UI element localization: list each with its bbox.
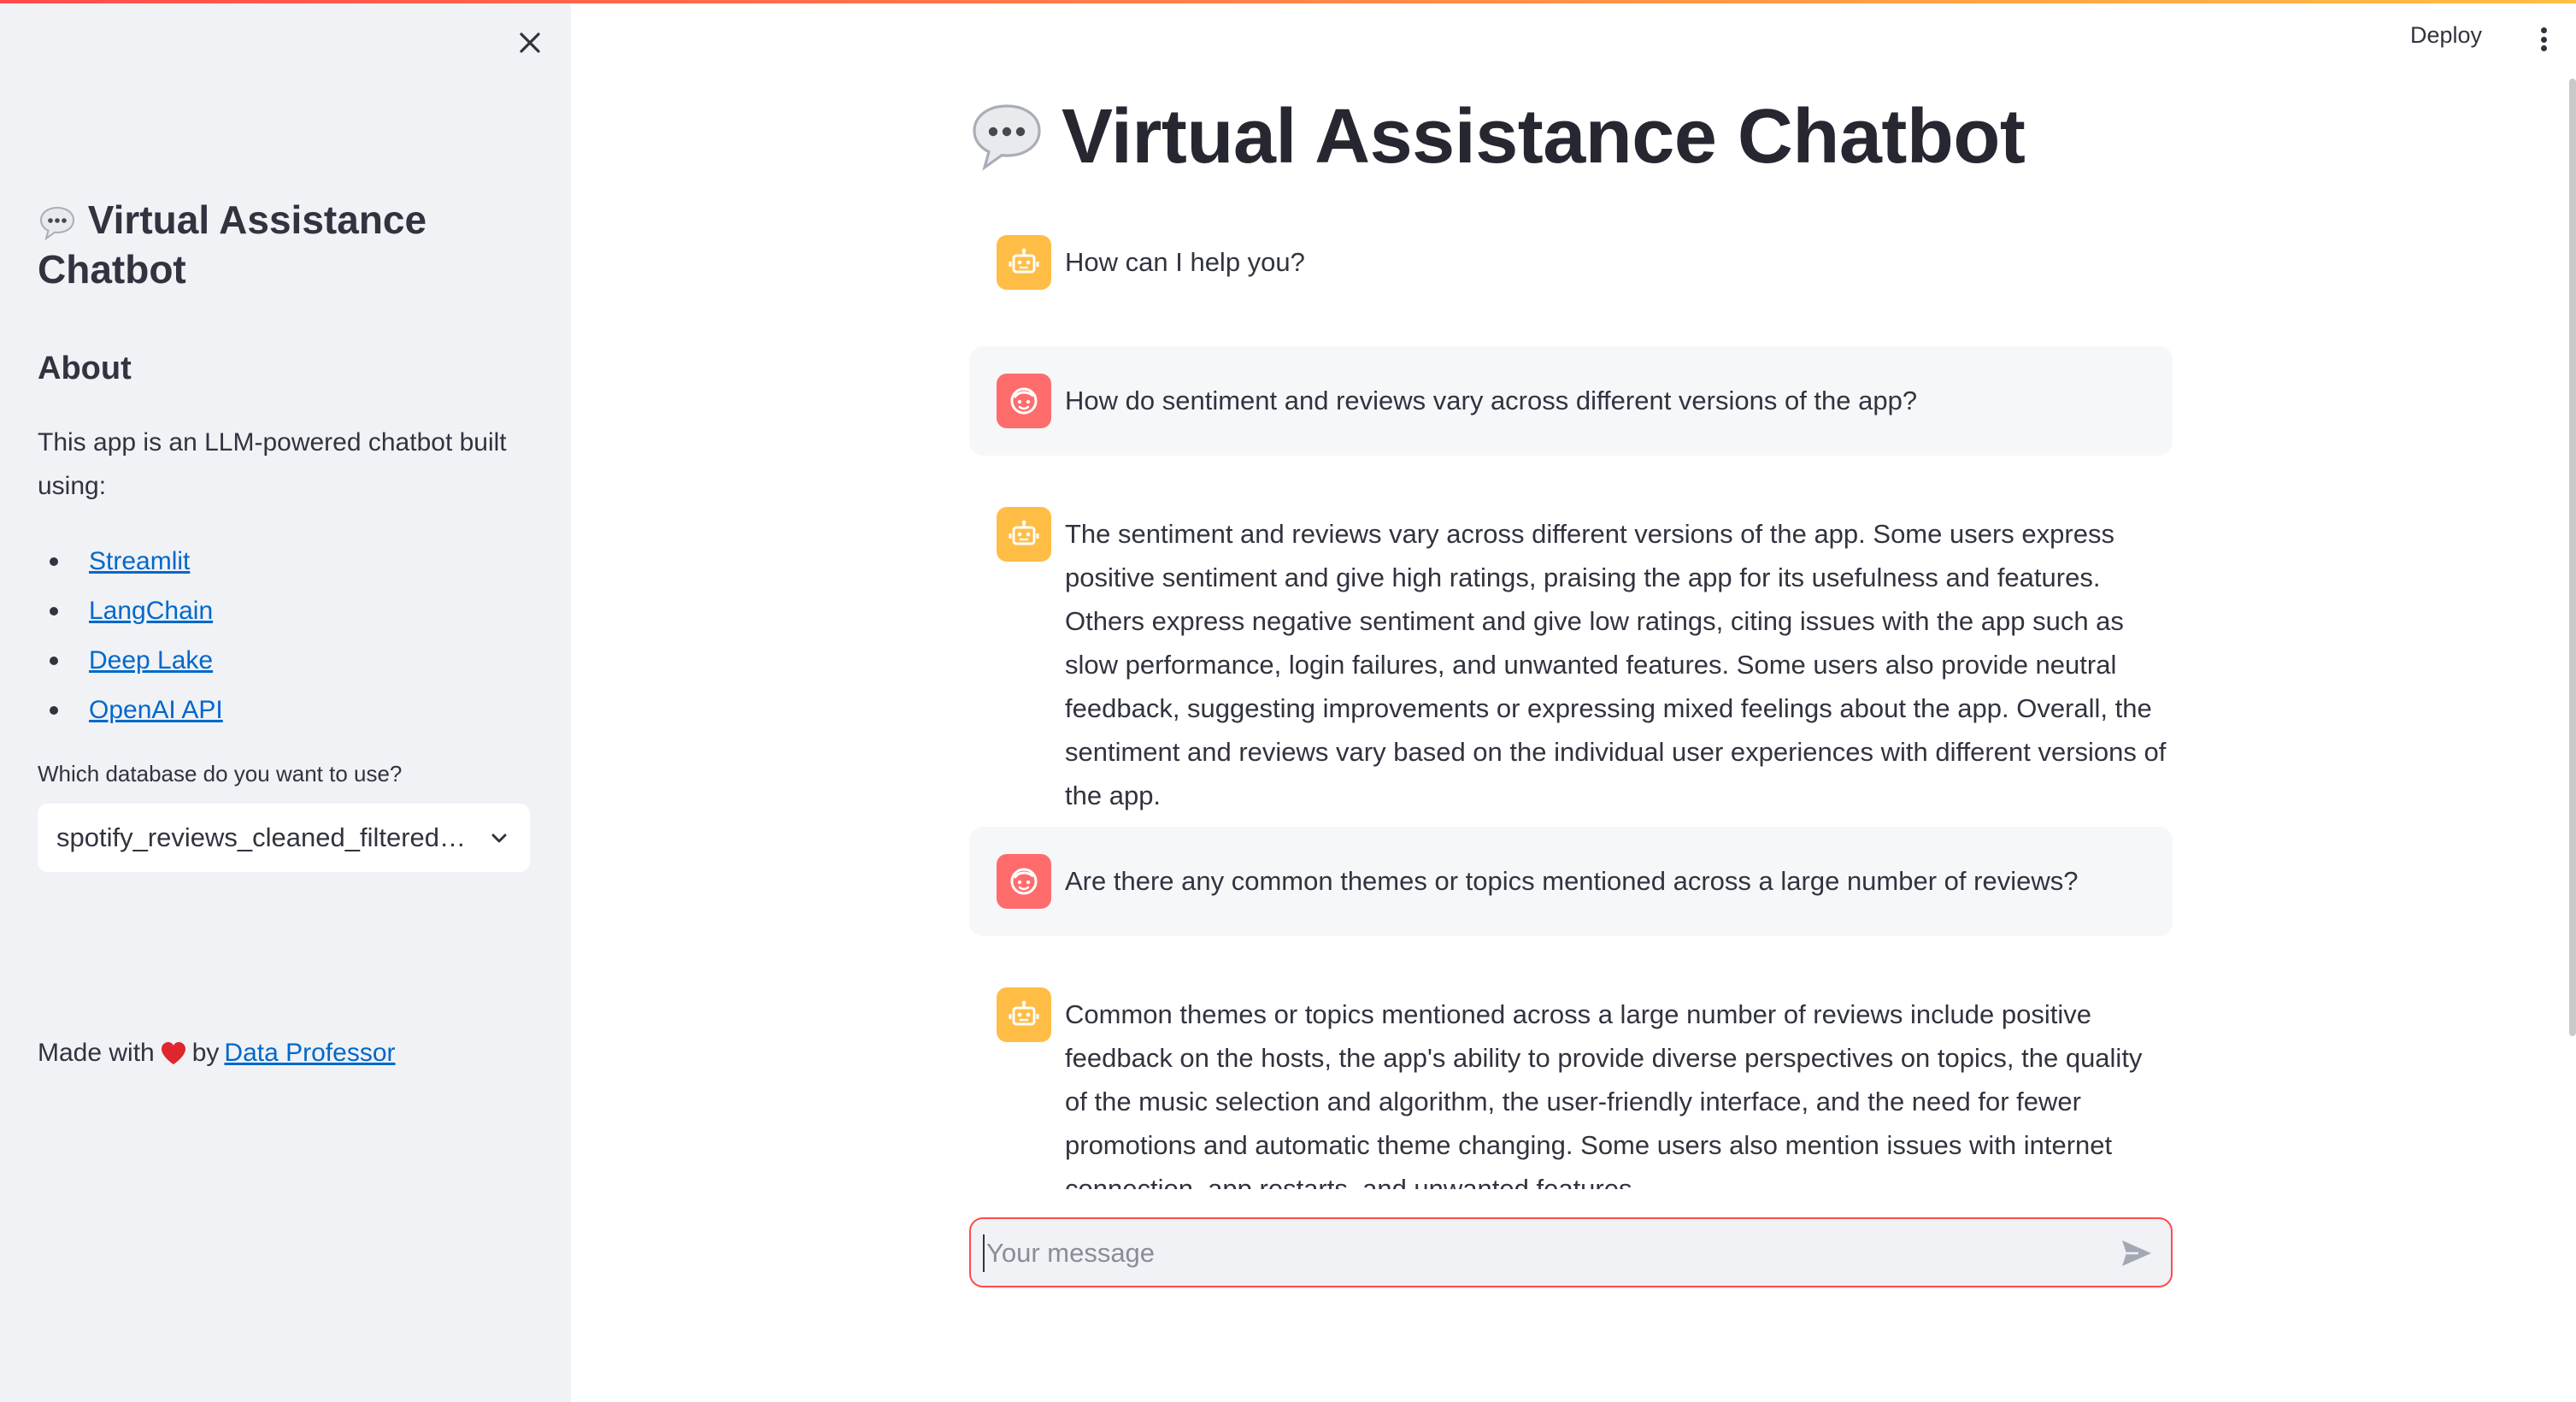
close-icon bbox=[520, 32, 540, 53]
chat-message-user: How do sentiment and reviews vary across… bbox=[969, 346, 2173, 456]
face-icon bbox=[1010, 387, 1038, 415]
streamlit-link[interactable]: Streamlit bbox=[89, 547, 190, 576]
langchain-link[interactable]: LangChain bbox=[89, 597, 213, 626]
chat-message-input[interactable] bbox=[983, 1234, 2085, 1272]
heart-icon bbox=[161, 1042, 185, 1064]
message-text: How can I help you? bbox=[1065, 247, 1305, 277]
openai-api-link[interactable]: OpenAI API bbox=[89, 696, 223, 725]
sidebar-footer: Made with by Data Professor bbox=[38, 1039, 396, 1068]
bullet bbox=[50, 706, 58, 715]
page-title-text: Virtual Assistance Chatbot bbox=[1062, 94, 2026, 180]
chat-message-assistant: Common themes or topics mentioned across… bbox=[969, 970, 2173, 1189]
main-menu-button[interactable] bbox=[2533, 24, 2554, 55]
robot-icon bbox=[1009, 1000, 1039, 1026]
chevron-down-icon bbox=[491, 834, 507, 843]
sidebar-title: Virtual Assistance Chatbot bbox=[38, 195, 516, 294]
sidebar: Virtual Assistance Chatbot About This ap… bbox=[0, 0, 571, 1402]
bullet bbox=[50, 557, 58, 566]
footer-prefix: Made with bbox=[38, 1039, 155, 1067]
sidebar-title-text: Virtual Assistance Chatbot bbox=[38, 197, 427, 292]
sidebar-close-button[interactable] bbox=[511, 24, 549, 62]
message-text: The sentiment and reviews vary across di… bbox=[1065, 519, 2167, 810]
face-icon bbox=[1010, 868, 1038, 895]
list-item: LangChain bbox=[38, 586, 223, 636]
kebab-menu-icon bbox=[2540, 27, 2547, 33]
deploy-button[interactable]: Deploy bbox=[2410, 22, 2482, 49]
message-text: Are there any common themes or topics me… bbox=[1065, 866, 2079, 896]
list-item: Deep Lake bbox=[38, 636, 223, 686]
speech-bubble-icon bbox=[39, 206, 75, 241]
bot-avatar bbox=[997, 987, 1051, 1042]
robot-icon bbox=[1009, 520, 1039, 545]
bullet bbox=[50, 607, 58, 616]
about-description: This app is an LLM-powered chatbot built… bbox=[38, 428, 507, 500]
database-select[interactable]: spotify_reviews_cleaned_filtered_embeddi… bbox=[38, 804, 530, 872]
chat-history: How can I help you? How do sentiment and… bbox=[969, 218, 2183, 1189]
about-heading: About bbox=[38, 350, 132, 386]
send-icon bbox=[2122, 1240, 2151, 1266]
robot-icon bbox=[1009, 248, 1039, 274]
chat-message-assistant: How can I help you? bbox=[969, 218, 2173, 312]
message-text: Common themes or topics mentioned across… bbox=[1065, 999, 2143, 1189]
chat-message-user: Are there any common themes or topics me… bbox=[969, 827, 2173, 936]
user-avatar bbox=[997, 854, 1051, 909]
page-title: Virtual Assistance Chatbot bbox=[967, 92, 2026, 181]
list-item: OpenAI API bbox=[38, 686, 223, 735]
kebab-dot bbox=[2540, 45, 2547, 51]
database-select-label: Which database do you want to use? bbox=[38, 761, 403, 786]
deep-lake-link[interactable]: Deep Lake bbox=[89, 646, 213, 675]
top-decoration-stripe bbox=[0, 0, 2576, 3]
bullet bbox=[50, 657, 58, 665]
data-professor-link[interactable]: Data Professor bbox=[224, 1039, 395, 1068]
bot-avatar bbox=[997, 507, 1051, 562]
chat-input-container bbox=[969, 1217, 2173, 1287]
kebab-dot bbox=[2540, 36, 2547, 43]
bot-avatar bbox=[997, 235, 1051, 290]
database-select-value: spotify_reviews_cleaned_filtered_embeddi… bbox=[56, 822, 467, 852]
footer-by: by bbox=[191, 1039, 220, 1067]
scrollbar[interactable] bbox=[2569, 79, 2576, 1036]
message-text: How do sentiment and reviews vary across… bbox=[1065, 386, 1918, 415]
list-item: Streamlit bbox=[38, 537, 223, 586]
send-button[interactable] bbox=[2118, 1234, 2155, 1272]
tech-links-list: Streamlit LangChain Deep Lake OpenAI API bbox=[38, 537, 223, 735]
chat-message-assistant: The sentiment and reviews vary across di… bbox=[969, 490, 2173, 810]
user-avatar bbox=[997, 374, 1051, 428]
speech-bubble-icon bbox=[973, 104, 1041, 171]
